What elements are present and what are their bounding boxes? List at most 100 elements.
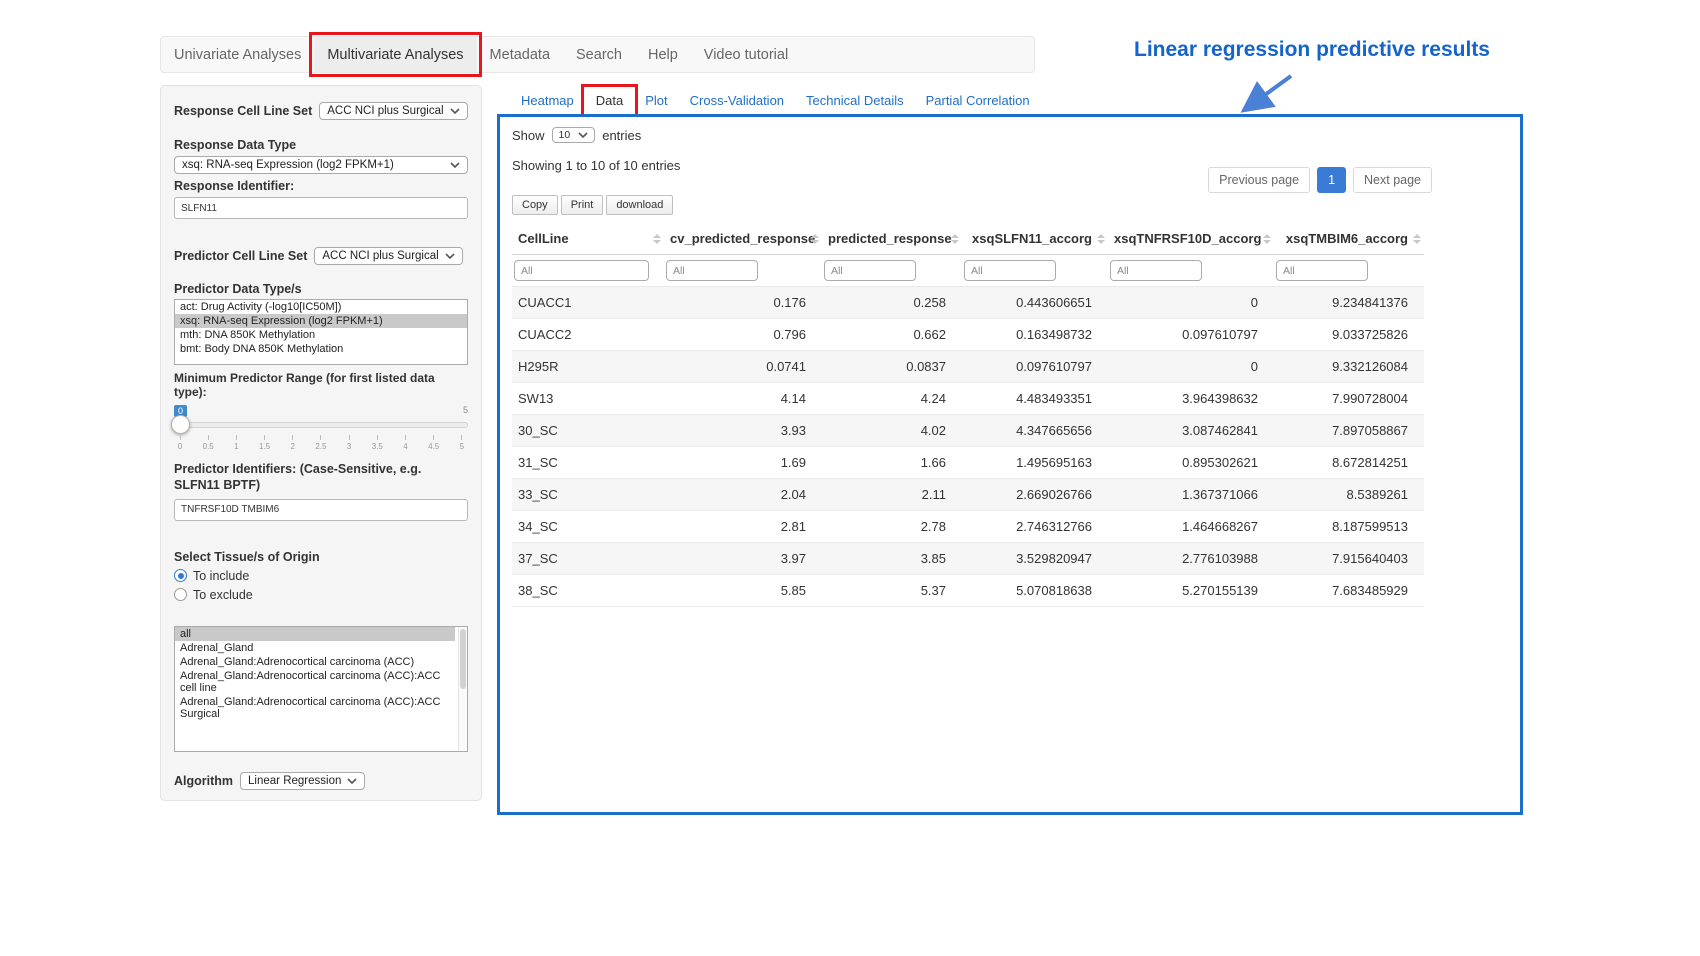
slider-track[interactable]	[174, 422, 468, 428]
response-cell-line-set-label: Response Cell Line Set	[174, 104, 312, 118]
column-header-label: cv_predicted_response	[670, 231, 815, 246]
scrollbar-thumb[interactable]	[460, 629, 466, 689]
table-header-row: CellLine cv_predicted_response predicted…	[512, 223, 1424, 255]
value-cell: 0.662	[822, 319, 962, 351]
nav-multivariate-analyses[interactable]: Multivariate Analyses	[314, 37, 476, 72]
value-cell: 7.990728004	[1274, 383, 1424, 415]
predictor-data-type-option[interactable]: xsq: RNA-seq Expression (log2 FPKM+1)	[175, 314, 467, 328]
table-row[interactable]: 33_SC2.042.112.6690267661.3673710668.538…	[512, 479, 1424, 511]
column-header-xsqtnfrsf10d-accorg[interactable]: xsqTNFRSF10D_accorg	[1108, 223, 1274, 255]
entries-select-value: 10	[559, 129, 571, 141]
column-header-cv-predicted-response[interactable]: cv_predicted_response	[664, 223, 822, 255]
copy-button[interactable]: Copy	[512, 195, 558, 215]
column-header-label: xsqTNFRSF10D_accorg	[1114, 231, 1261, 246]
value-cell: 0.097610797	[1108, 319, 1274, 351]
min-predictor-range-slider: 0 5 00.511.522.533.544.55	[174, 407, 468, 459]
algorithm-value: Linear Regression	[248, 775, 341, 787]
tab-heatmap[interactable]: Heatmap	[510, 88, 585, 113]
predictor-data-type-option[interactable]: act: Drug Activity (-log10[IC50M])	[175, 300, 467, 314]
column-header-xsqslfn11-accorg[interactable]: xsqSLFN11_accorg	[962, 223, 1108, 255]
tissue-list-scrollbar[interactable]	[458, 627, 467, 751]
response-data-type-select[interactable]: xsq: RNA-seq Expression (log2 FPKM+1)	[174, 156, 468, 174]
nav-search[interactable]: Search	[563, 37, 635, 72]
table-row[interactable]: 31_SC1.691.661.4956951630.8953026218.672…	[512, 447, 1424, 479]
tissue-exclude-radio[interactable]: To exclude	[174, 588, 468, 602]
slider-handle[interactable]	[171, 415, 190, 434]
value-cell: 3.964398632	[1108, 383, 1274, 415]
sort-icon	[653, 234, 661, 244]
value-cell: 1.464668267	[1108, 511, 1274, 543]
value-cell: 0.258	[822, 287, 962, 319]
response-identifier-input[interactable]	[174, 197, 468, 219]
tissue-option[interactable]: all	[175, 627, 455, 641]
next-page-button[interactable]: Next page	[1353, 167, 1432, 193]
slider-tick: 1.5	[259, 435, 270, 451]
chevron-down-icon	[347, 778, 357, 784]
column-header-xsqtmbim6-accorg[interactable]: xsqTMBIM6_accorg	[1274, 223, 1424, 255]
predictor-cell-line-set-select[interactable]: ACC NCI plus Surgical	[314, 247, 462, 265]
predictor-data-type-option[interactable]: bmt: Body DNA 850K Methylation	[175, 342, 467, 356]
filter-input-xsqslfn11-accorg[interactable]	[964, 260, 1056, 281]
table-row[interactable]: 37_SC3.973.853.5298209472.7761039887.915…	[512, 543, 1424, 575]
page: Univariate Analyses Multivariate Analyse…	[0, 0, 1700, 956]
column-header-predicted-response[interactable]: predicted_response	[822, 223, 962, 255]
table-row[interactable]: SW134.144.244.4834933513.9643986327.9907…	[512, 383, 1424, 415]
chevron-down-icon	[450, 108, 460, 114]
response-cell-line-set-select[interactable]: ACC NCI plus Surgical	[319, 102, 467, 120]
table-row[interactable]: CUACC20.7960.6620.1634987320.0976107979.…	[512, 319, 1424, 351]
value-cell: 3.85	[822, 543, 962, 575]
value-cell: 1.69	[664, 447, 822, 479]
filter-input-xsqtnfrsf10d-accorg[interactable]	[1110, 260, 1202, 281]
column-header-label: xsqTMBIM6_accorg	[1286, 231, 1408, 246]
tab-plot[interactable]: Plot	[634, 88, 678, 113]
predictor-data-type-option[interactable]: mth: DNA 850K Methylation	[175, 328, 467, 342]
value-cell: 2.669026766	[962, 479, 1108, 511]
entries-select[interactable]: 10	[552, 127, 596, 143]
tissue-option[interactable]: Adrenal_Gland:Adrenocortical carcinoma (…	[175, 655, 455, 669]
previous-page-button[interactable]: Previous page	[1208, 167, 1310, 193]
radio-unselected-icon	[174, 588, 187, 601]
cellline-cell: 37_SC	[512, 543, 664, 575]
algorithm-select[interactable]: Linear Regression	[240, 772, 365, 790]
tab-partial-correlation[interactable]: Partial Correlation	[915, 88, 1041, 113]
slider-tick: 1	[232, 435, 240, 451]
nav-univariate-analyses[interactable]: Univariate Analyses	[161, 37, 314, 72]
table-row[interactable]: 30_SC3.934.024.3476656563.0874628417.897…	[512, 415, 1424, 447]
slider-tick: 5	[458, 435, 466, 451]
tab-data[interactable]: Data	[585, 88, 634, 113]
table-row[interactable]: 34_SC2.812.782.7463127661.4646682678.187…	[512, 511, 1424, 543]
tab-cross-validation[interactable]: Cross-Validation	[679, 88, 795, 113]
table-row[interactable]: 38_SC5.855.375.0708186385.2701551397.683…	[512, 575, 1424, 607]
download-button[interactable]: download	[606, 195, 673, 215]
value-cell: 0	[1108, 287, 1274, 319]
tissue-option[interactable]: Adrenal_Gland:Adrenocortical carcinoma (…	[175, 695, 455, 721]
print-button[interactable]: Print	[561, 195, 604, 215]
nav-metadata[interactable]: Metadata	[477, 37, 563, 72]
predictor-cell-line-set-label: Predictor Cell Line Set	[174, 249, 307, 263]
nav-video-tutorial[interactable]: Video tutorial	[691, 37, 801, 72]
nav-help[interactable]: Help	[635, 37, 691, 72]
slider-max-label: 5	[463, 405, 468, 415]
show-label: Show	[512, 128, 545, 143]
tissue-option[interactable]: Adrenal_Gland	[175, 641, 455, 655]
table-row[interactable]: CUACC10.1760.2580.44360665109.234841376	[512, 287, 1424, 319]
page-1-button[interactable]: 1	[1317, 167, 1346, 193]
filter-input-cv-predicted-response[interactable]	[666, 260, 758, 281]
value-cell: 3.97	[664, 543, 822, 575]
filter-input-cellline[interactable]	[514, 260, 649, 281]
predictor-identifiers-input[interactable]	[174, 499, 468, 521]
cellline-cell: H295R	[512, 351, 664, 383]
table-row[interactable]: H295R0.07410.08370.09761079709.332126084	[512, 351, 1424, 383]
tissue-include-radio[interactable]: To include	[174, 569, 468, 583]
column-header-label: predicted_response	[828, 231, 952, 246]
tissue-option[interactable]: Adrenal_Gland:Adrenocortical carcinoma (…	[175, 669, 455, 695]
chevron-down-icon	[450, 162, 460, 168]
tab-technical-details[interactable]: Technical Details	[795, 88, 915, 113]
filter-input-predicted-response[interactable]	[824, 260, 916, 281]
column-header-cellline[interactable]: CellLine	[512, 223, 664, 255]
cellline-cell: CUACC2	[512, 319, 664, 351]
value-cell: 9.234841376	[1274, 287, 1424, 319]
filter-input-xsqtmbim6-accorg[interactable]	[1276, 260, 1368, 281]
chevron-down-icon	[445, 253, 455, 259]
value-cell: 5.37	[822, 575, 962, 607]
